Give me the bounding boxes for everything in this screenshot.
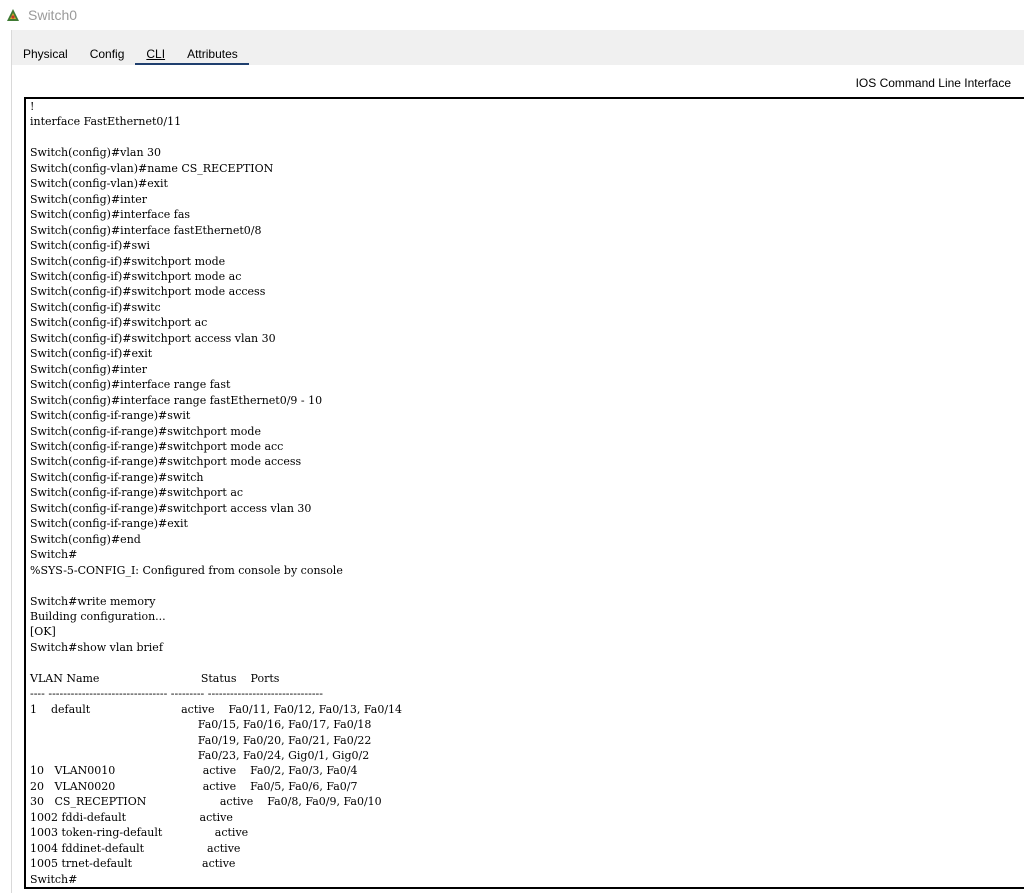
- tab-config-label: Config: [89, 47, 125, 61]
- terminal-line: Switch(config)#interface range fast: [30, 378, 231, 392]
- terminal-line: 1005 trnet-default active: [30, 857, 236, 871]
- title-bar: Switch0: [0, 0, 1024, 30]
- terminal-line: Switch(config)#interface range fastEther…: [30, 393, 323, 407]
- terminal-line: Switch(config-if)#switchport mode access: [30, 285, 266, 299]
- tab-attributes[interactable]: Attributes: [176, 42, 249, 66]
- terminal-line: %SYS-5-CONFIG_I: Configured from console…: [30, 563, 343, 577]
- cli-terminal[interactable]: ! interface FastEthernet0/11 Switch(conf…: [24, 97, 1024, 889]
- terminal-line: Switch(config-if)#switchport mode ac: [30, 269, 242, 283]
- terminal-line: Switch(config-if-range)#exit: [30, 517, 188, 531]
- terminal-line: Switch(config)#inter: [30, 192, 147, 206]
- tab-cli-label: CLI: [146, 47, 166, 61]
- terminal-line: Switch#: [30, 872, 78, 886]
- terminal-line: Fa0/23, Fa0/24, Gig0/1, Gig0/2: [30, 749, 370, 763]
- terminal-line: 1004 fddinet-default active: [30, 841, 241, 855]
- terminal-line: Switch(config-vlan)#exit: [30, 177, 168, 191]
- tab-physical-label: Physical: [23, 47, 68, 61]
- terminal-line: 30 CS_RECEPTION active Fa0/8, Fa0/9, Fa0…: [30, 795, 382, 809]
- terminal-line: Switch(config-if)#switchport ac: [30, 316, 208, 330]
- terminal-line: Switch(config-if)#switchport access vlan…: [30, 331, 276, 345]
- terminal-line: !: [30, 100, 35, 113]
- terminal-line: Switch#: [30, 548, 78, 562]
- terminal-line: Switch#show vlan brief: [30, 640, 163, 654]
- terminal-line: Switch(config-if)#swi: [30, 239, 151, 253]
- terminal-line: Switch(config-vlan)#name CS_RECEPTION: [30, 161, 274, 175]
- panel-title: IOS Command Line Interface: [855, 76, 1011, 90]
- terminal-line: Switch(config-if-range)#switchport mode …: [30, 439, 284, 453]
- terminal-line: Switch(config)#inter: [30, 362, 147, 376]
- terminal-line: Switch(config-if-range)#swit: [30, 409, 191, 423]
- tab-config[interactable]: Config: [79, 42, 136, 66]
- terminal-line: 1003 token-ring-default active: [30, 826, 249, 840]
- switch-app-icon: [2, 4, 24, 26]
- terminal-line: Switch(config-if-range)#switchport ac: [30, 486, 244, 500]
- terminal-line: Switch(config)#vlan 30: [30, 146, 162, 160]
- terminal-line: Building configuration...: [30, 609, 166, 623]
- terminal-line: Switch(config-if)#exit: [30, 347, 153, 361]
- terminal-line: Switch(config-if-range)#switchport acces…: [30, 501, 312, 515]
- tab-cli[interactable]: CLI: [135, 42, 177, 66]
- terminal-line: 1 default active Fa0/11, Fa0/12, Fa0/13,…: [30, 702, 403, 716]
- terminal-line: ---- -------------------------------- --…: [30, 687, 323, 701]
- terminal-line: Switch(config-if)#switc: [30, 300, 161, 314]
- terminal-line: [OK]: [30, 625, 56, 639]
- terminal-line: Switch(config-if)#switchport mode: [30, 254, 226, 268]
- terminal-line: Switch(config-if-range)#switchport mode …: [30, 455, 302, 469]
- terminal-output[interactable]: ! interface FastEthernet0/11 Switch(conf…: [26, 99, 1024, 887]
- terminal-line: Switch(config)#end: [30, 532, 141, 546]
- tab-physical[interactable]: Physical: [12, 42, 79, 66]
- terminal-line: Switch#write memory: [30, 594, 156, 608]
- terminal-line: 1002 fddi-default active: [30, 810, 233, 824]
- terminal-line: Switch(config-if-range)#switch: [30, 470, 204, 484]
- terminal-line: Switch(config)#interface fas: [30, 208, 191, 222]
- device-window: Physical Config CLI Attributes IOS Comma…: [11, 30, 1024, 893]
- tab-bar: Physical Config CLI Attributes: [12, 40, 249, 66]
- terminal-line: Switch(config-if-range)#switchport mode: [30, 424, 261, 438]
- terminal-line: Switch(config)#interface fastEthernet0/8: [30, 223, 262, 237]
- window-title: Switch0: [28, 7, 78, 23]
- cli-panel: IOS Command Line Interface ! interface F…: [12, 65, 1024, 893]
- terminal-line: Fa0/15, Fa0/16, Fa0/17, Fa0/18: [30, 718, 372, 732]
- tab-attributes-label: Attributes: [187, 47, 238, 61]
- terminal-line: interface FastEthernet0/11: [30, 115, 182, 129]
- terminal-line: 20 VLAN0020 active Fa0/5, Fa0/6, Fa0/7: [30, 779, 358, 793]
- terminal-line: Fa0/19, Fa0/20, Fa0/21, Fa0/22: [30, 733, 372, 747]
- terminal-line: 10 VLAN0010 active Fa0/2, Fa0/3, Fa0/4: [30, 764, 358, 778]
- terminal-line: VLAN Name Status Ports: [30, 671, 280, 685]
